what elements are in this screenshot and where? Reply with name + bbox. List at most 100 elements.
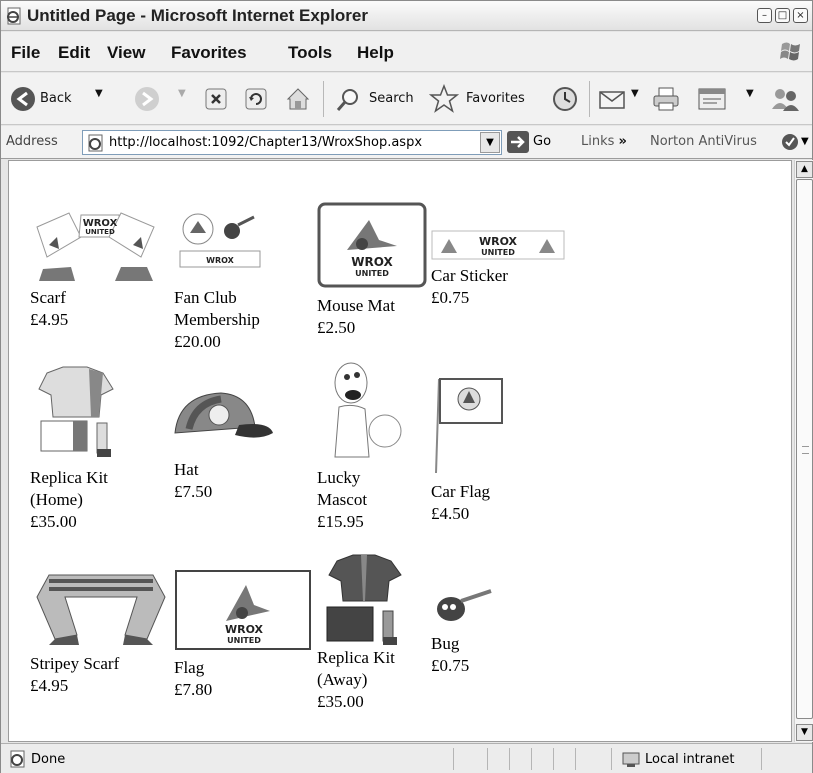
forward-arrow-icon[interactable] bbox=[133, 85, 161, 113]
product-price: £4.95 bbox=[30, 676, 69, 695]
product-name[interactable]: Bug bbox=[431, 633, 469, 655]
product-price: £4.50 bbox=[431, 504, 470, 523]
replica-kit-home-image[interactable] bbox=[33, 365, 117, 461]
hat-image[interactable] bbox=[169, 389, 275, 451]
edit-dropdown-icon[interactable]: ▼ bbox=[746, 88, 754, 99]
mouse-mat-image[interactable]: WROX UNITED bbox=[317, 202, 427, 288]
flag-logo-text-2: UNITED bbox=[227, 636, 261, 645]
product-item[interactable]: Flag £7.80 bbox=[174, 657, 212, 701]
flag-image[interactable]: WROX UNITED bbox=[174, 569, 312, 651]
norton-icon[interactable] bbox=[781, 133, 799, 151]
home-icon[interactable] bbox=[284, 85, 312, 113]
status-divider bbox=[509, 748, 510, 770]
product-item[interactable]: Car Sticker £0.75 bbox=[431, 265, 508, 309]
back-button[interactable]: Back bbox=[40, 91, 72, 106]
product-name[interactable]: Car Flag bbox=[431, 481, 490, 503]
product-price: £0.75 bbox=[431, 656, 470, 675]
refresh-icon[interactable] bbox=[244, 87, 268, 111]
car-sticker-image[interactable]: WROX UNITED bbox=[431, 229, 565, 261]
fan-club-image[interactable]: WROX bbox=[174, 211, 266, 277]
page-content[interactable]: WROX UNITED Scarf £4.95 WROX Fan Club Me… bbox=[8, 160, 792, 742]
browser-window: Untitled Page - Microsoft Internet Explo… bbox=[0, 0, 813, 773]
page-icon bbox=[88, 134, 103, 152]
menu-help[interactable]: Help bbox=[357, 43, 394, 63]
address-url[interactable]: http://localhost:1092/Chapter13/WroxShop… bbox=[109, 135, 422, 150]
stop-icon[interactable] bbox=[204, 87, 228, 111]
edit-icon[interactable] bbox=[697, 85, 729, 113]
replica-kit-away-image[interactable] bbox=[321, 553, 407, 649]
lucky-mascot-image[interactable] bbox=[325, 357, 405, 463]
status-divider bbox=[553, 748, 554, 770]
scrollbar-thumb[interactable] bbox=[796, 179, 813, 719]
status-divider bbox=[531, 748, 532, 770]
product-item[interactable]: Replica Kit (Home) £35.00 bbox=[30, 467, 108, 533]
product-name[interactable]: Replica Kit (Home) bbox=[30, 467, 108, 511]
status-divider bbox=[487, 748, 488, 770]
product-name[interactable]: Replica Kit (Away) bbox=[317, 647, 395, 691]
favorites-star-icon[interactable] bbox=[429, 84, 459, 114]
product-item[interactable]: Car Flag £4.50 bbox=[431, 481, 490, 525]
product-item[interactable]: Hat £7.50 bbox=[174, 459, 212, 503]
go-button[interactable]: Go bbox=[533, 134, 551, 149]
scroll-up-icon[interactable]: ▲ bbox=[796, 161, 813, 178]
flag-logo-text: WROX bbox=[225, 623, 264, 636]
ie-page-icon bbox=[7, 7, 21, 25]
product-name[interactable]: Scarf bbox=[30, 287, 68, 309]
mail-icon[interactable] bbox=[598, 86, 628, 112]
product-item[interactable]: Replica Kit (Away) £35.00 bbox=[317, 647, 395, 713]
product-item[interactable]: Mouse Mat £2.50 bbox=[317, 295, 395, 339]
address-dropdown-icon[interactable]: ▼ bbox=[480, 132, 500, 153]
product-item[interactable]: Scarf £4.95 bbox=[30, 287, 68, 331]
search-icon[interactable] bbox=[334, 86, 362, 114]
close-button[interactable]: × bbox=[793, 8, 808, 23]
toolbar-separator bbox=[589, 81, 590, 117]
windows-flag-icon bbox=[780, 42, 800, 61]
menu-favorites[interactable]: Favorites bbox=[171, 43, 247, 63]
product-item[interactable]: Bug £0.75 bbox=[431, 633, 469, 677]
print-icon[interactable] bbox=[651, 85, 681, 113]
product-name[interactable]: Hat bbox=[174, 459, 212, 481]
menu-file[interactable]: File bbox=[11, 43, 40, 63]
mouse-mat-logo-text: WROX bbox=[351, 255, 393, 269]
address-input[interactable]: http://localhost:1092/Chapter13/WroxShop… bbox=[82, 130, 502, 155]
title-bar[interactable]: Untitled Page - Microsoft Internet Explo… bbox=[1, 1, 812, 31]
vertical-scrollbar[interactable]: ▲ ▼ bbox=[794, 160, 813, 742]
product-name[interactable]: Car Sticker bbox=[431, 265, 508, 287]
links-label: Links bbox=[581, 134, 615, 149]
product-price: £2.50 bbox=[317, 318, 356, 337]
product-item[interactable]: Lucky Mascot £15.95 bbox=[317, 467, 367, 533]
car-flag-image[interactable] bbox=[433, 375, 505, 475]
scarf-image[interactable]: WROX UNITED bbox=[29, 207, 159, 281]
product-name[interactable]: Stripey Scarf bbox=[30, 653, 119, 675]
messenger-icon[interactable] bbox=[769, 85, 801, 113]
links-button[interactable]: Links » bbox=[581, 134, 627, 149]
product-item[interactable]: Fan Club Membership £20.00 bbox=[174, 287, 260, 353]
favorites-button[interactable]: Favorites bbox=[466, 91, 525, 106]
norton-label: Norton AntiVirus bbox=[650, 134, 757, 149]
product-price: £15.95 bbox=[317, 512, 364, 531]
stripey-scarf-image[interactable] bbox=[29, 567, 173, 645]
product-name[interactable]: Flag bbox=[174, 657, 212, 679]
maximize-button[interactable]: □ bbox=[775, 8, 790, 23]
forward-dropdown-icon[interactable]: ▼ bbox=[178, 88, 186, 99]
norton-antivirus-button[interactable]: Norton AntiVirus bbox=[650, 134, 757, 149]
window-title: Untitled Page - Microsoft Internet Explo… bbox=[27, 6, 368, 25]
back-dropdown-icon[interactable]: ▼ bbox=[95, 88, 103, 99]
scroll-down-icon[interactable]: ▼ bbox=[796, 724, 813, 741]
bug-image[interactable] bbox=[433, 585, 495, 627]
go-arrow-icon[interactable] bbox=[507, 131, 529, 153]
menu-edit[interactable]: Edit bbox=[58, 43, 90, 63]
product-item[interactable]: Stripey Scarf £4.95 bbox=[30, 653, 119, 697]
norton-dropdown-icon[interactable]: ▼ bbox=[801, 136, 809, 147]
menu-tools[interactable]: Tools bbox=[288, 43, 332, 63]
history-icon[interactable] bbox=[551, 85, 579, 113]
minimize-button[interactable]: – bbox=[757, 8, 772, 23]
product-name[interactable]: Mouse Mat bbox=[317, 295, 395, 317]
product-name[interactable]: Fan Club Membership bbox=[174, 287, 260, 331]
search-button[interactable]: Search bbox=[369, 91, 414, 106]
back-arrow-icon[interactable] bbox=[9, 85, 37, 113]
mail-dropdown-icon[interactable]: ▼ bbox=[631, 88, 639, 99]
address-bar: Address http://localhost:1092/Chapter13/… bbox=[1, 126, 812, 159]
menu-view[interactable]: View bbox=[107, 43, 145, 63]
product-name[interactable]: Lucky Mascot bbox=[317, 467, 367, 511]
